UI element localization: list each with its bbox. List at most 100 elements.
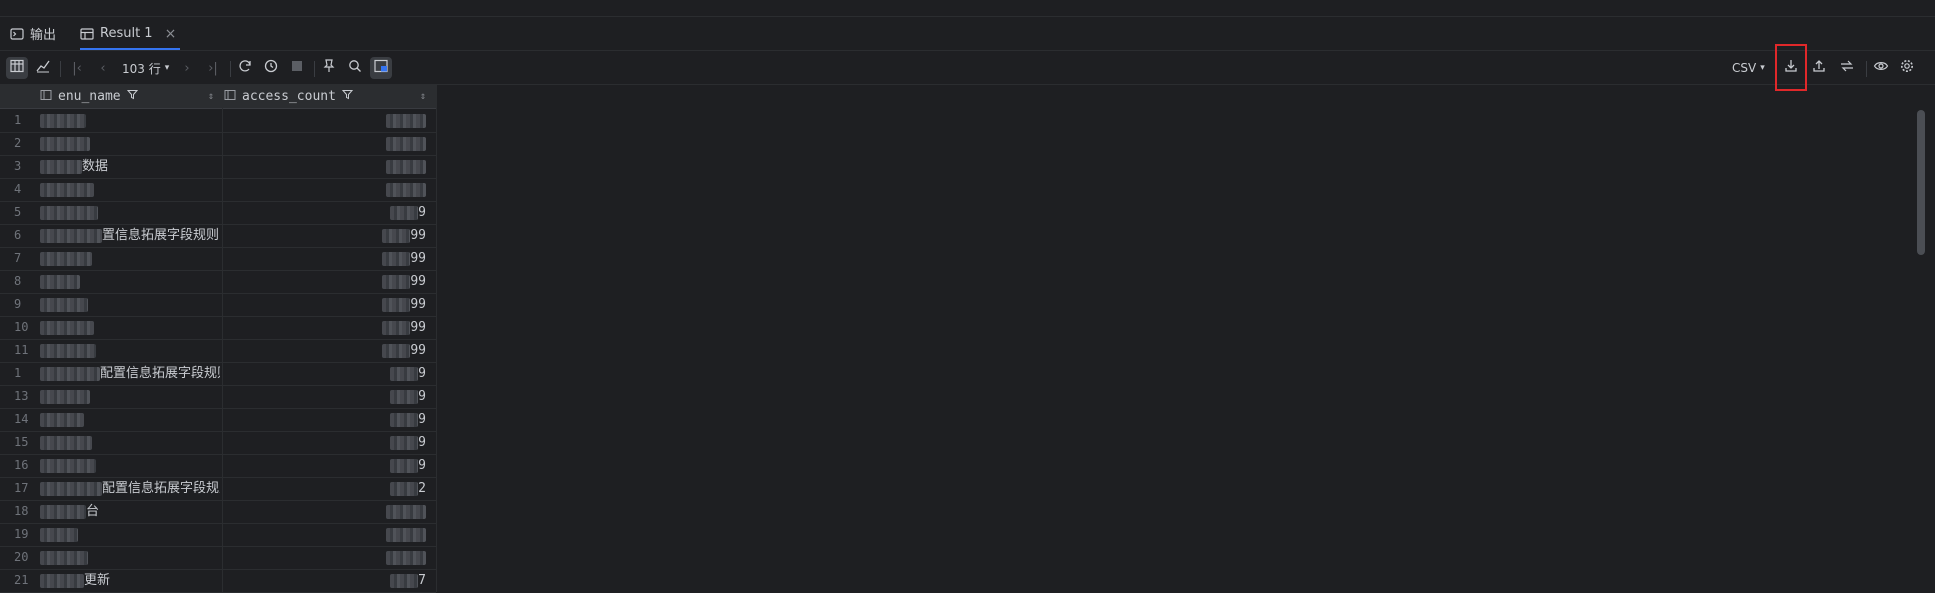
table-row[interactable]: 1 — [0, 109, 436, 133]
table-row[interactable]: 8 99 — [0, 270, 436, 294]
table-row[interactable]: 2 — [0, 132, 436, 156]
cell-access-count[interactable]: 99 — [222, 270, 430, 293]
cell-menu-name[interactable] — [40, 293, 220, 316]
cell-menu-name[interactable] — [40, 247, 220, 270]
refresh-button[interactable] — [234, 57, 256, 79]
table-row[interactable]: 11 99 — [0, 339, 436, 363]
table-row[interactable]: 18 台 — [0, 500, 436, 524]
cell-menu-name[interactable] — [40, 178, 220, 201]
compare-button[interactable] — [1836, 57, 1858, 79]
tab-output[interactable]: 输出 — [10, 17, 56, 50]
cell-access-count[interactable]: 99 — [222, 224, 430, 247]
table-row[interactable]: 15 9 — [0, 431, 436, 455]
cell-access-count[interactable]: 9 — [222, 431, 430, 454]
cell-menu-name[interactable]: 配置信息拓展字段规则 — [40, 362, 220, 385]
cell-access-count[interactable]: 9 — [222, 408, 430, 431]
cell-menu-name[interactable] — [40, 546, 220, 569]
redacted-value — [386, 504, 426, 519]
cell-access-count[interactable]: 99 — [222, 247, 430, 270]
table-row[interactable]: 6 置信息拓展字段规则 99 — [0, 224, 436, 248]
redacted-value — [40, 343, 96, 358]
cell-access-count[interactable]: 7 — [222, 569, 430, 592]
table-row[interactable]: 4 — [0, 178, 436, 202]
cell-menu-name[interactable] — [40, 385, 220, 408]
stop-button[interactable] — [286, 57, 308, 79]
redacted-value — [40, 389, 90, 404]
cell-access-count[interactable] — [222, 132, 430, 155]
table-row[interactable]: 7 99 — [0, 247, 436, 271]
cell-menu-name[interactable] — [40, 109, 220, 132]
search-button[interactable] — [344, 57, 366, 79]
import-data-button[interactable] — [1808, 57, 1830, 79]
column-header-access-count[interactable]: access_count ⇕ — [224, 85, 432, 108]
cell-menu-name[interactable]: 台 — [40, 500, 220, 523]
cell-access-count[interactable]: 9 — [222, 362, 430, 385]
cell-menu-name[interactable] — [40, 454, 220, 477]
cell-access-count[interactable] — [222, 178, 430, 201]
table-row[interactable]: 14 9 — [0, 408, 436, 432]
settings-button[interactable] — [1896, 57, 1918, 79]
tab-result-1[interactable]: Result 1 × — [80, 17, 181, 50]
export-format-selector[interactable]: CSV ▾ — [1732, 57, 1765, 79]
vertical-scrollbar[interactable] — [1917, 110, 1925, 255]
table-row[interactable]: 10 99 — [0, 316, 436, 340]
next-page-button[interactable]: › — [176, 57, 198, 79]
table-row[interactable]: 19 — [0, 523, 436, 547]
redacted-value — [40, 481, 102, 496]
cell-menu-name[interactable] — [40, 316, 220, 339]
filter-icon[interactable] — [126, 89, 138, 104]
column-header-menu-name[interactable]: enu_name ⇕ — [40, 85, 220, 108]
previous-page-button[interactable]: ‹ — [92, 57, 114, 79]
cell-menu-name[interactable]: 配置信息拓展字段规则 — [40, 477, 220, 500]
last-page-button[interactable]: ›| — [202, 57, 224, 79]
cell-access-count[interactable]: 99 — [222, 293, 430, 316]
chart-view-button[interactable] — [32, 57, 54, 79]
table-row[interactable]: 9 99 — [0, 293, 436, 317]
table-view-button[interactable] — [6, 57, 28, 79]
table-row[interactable]: 1 配置信息拓展字段规则 9 — [0, 362, 436, 386]
cell-access-count[interactable]: 2 — [222, 477, 430, 500]
tab-output-label: 输出 — [30, 28, 57, 43]
cell-menu-name[interactable] — [40, 339, 220, 362]
cell-access-count[interactable] — [222, 155, 430, 178]
cell-menu-name[interactable]: 置信息拓展字段规则 — [40, 224, 220, 247]
cell-menu-name[interactable]: 数据 — [40, 155, 220, 178]
first-page-button[interactable]: |‹ — [66, 57, 88, 79]
table-row[interactable]: 20 — [0, 546, 436, 570]
redacted-value — [382, 228, 411, 243]
cell-menu-name[interactable] — [40, 270, 220, 293]
rows-count-selector[interactable]: 103 行 ▾ — [122, 57, 169, 79]
cell-menu-name[interactable] — [40, 431, 220, 454]
cell-menu-name[interactable] — [40, 132, 220, 155]
cell-access-count[interactable]: 99 — [222, 339, 430, 362]
cell-access-count[interactable]: 9 — [222, 201, 430, 224]
cell-access-count[interactable] — [222, 546, 430, 569]
cell-menu-name[interactable] — [40, 408, 220, 431]
cell-access-count[interactable]: 9 — [222, 385, 430, 408]
cell-menu-name[interactable]: 更新 — [40, 569, 220, 592]
in-editor-results-button[interactable] — [370, 57, 392, 79]
cell-text: 99 — [410, 297, 426, 312]
cell-access-count[interactable]: 99 — [222, 316, 430, 339]
cell-access-count[interactable] — [222, 109, 430, 132]
view-options-button[interactable] — [1870, 57, 1892, 79]
table-row[interactable]: 59 — [0, 201, 436, 225]
table-row[interactable]: 13 9 — [0, 385, 436, 409]
filter-icon[interactable] — [341, 89, 354, 104]
table-row[interactable]: 16 9 — [0, 454, 436, 478]
sort-icon[interactable]: ⇕ — [208, 91, 214, 102]
table-row[interactable]: 3 数据 — [0, 155, 436, 179]
pin-button[interactable] — [318, 57, 340, 79]
cell-access-count[interactable] — [222, 500, 430, 523]
cell-menu-name[interactable] — [40, 523, 220, 546]
cell-text: 2 — [418, 481, 426, 496]
cell-access-count[interactable] — [222, 523, 430, 546]
table-row[interactable]: 21 更新 7 — [0, 569, 436, 593]
table-row[interactable]: 17 配置信息拓展字段规则 2 — [0, 477, 436, 501]
cell-text: 9 — [418, 458, 426, 473]
history-button[interactable] — [260, 57, 282, 79]
cell-access-count[interactable]: 9 — [222, 454, 430, 477]
sort-icon[interactable]: ⇕ — [420, 91, 426, 102]
cell-menu-name[interactable] — [40, 201, 220, 224]
close-icon[interactable]: × — [165, 26, 177, 42]
